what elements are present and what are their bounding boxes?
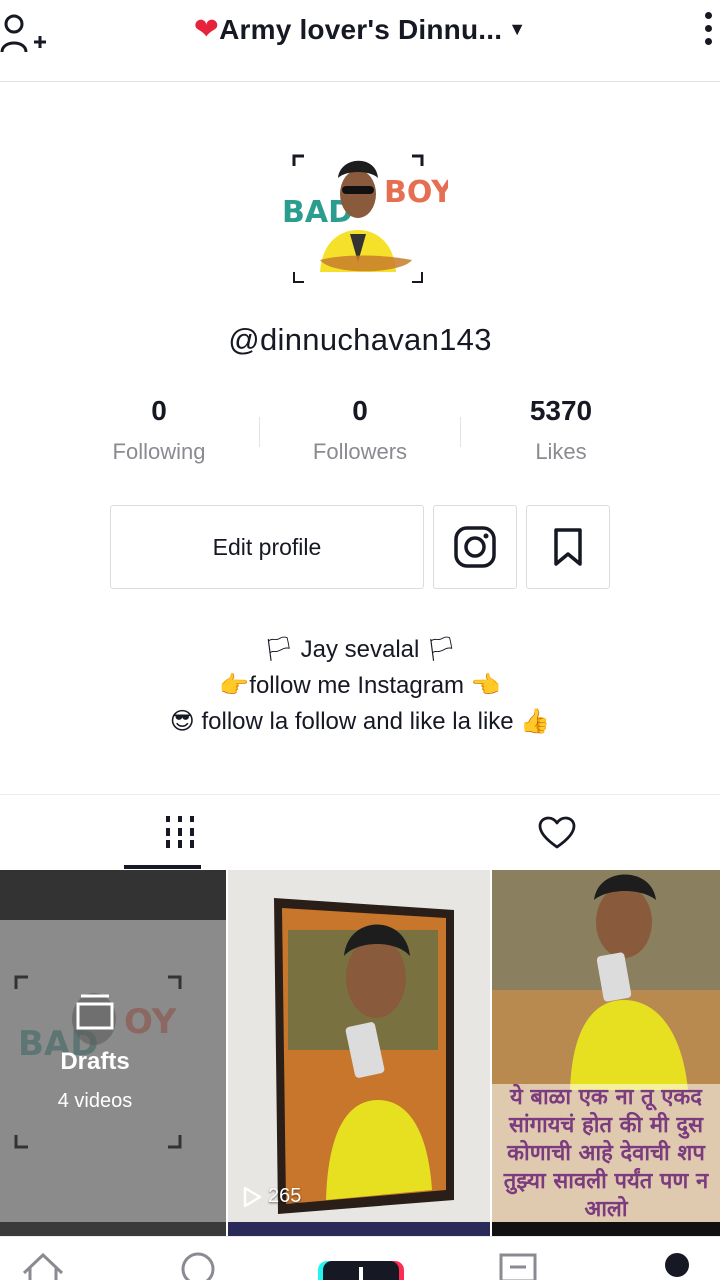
svg-text:BOY: BOY xyxy=(384,175,448,210)
stats-row: 0 Following 0 Followers 5370 Likes xyxy=(0,395,720,475)
dot xyxy=(704,12,712,19)
play-count: 265 xyxy=(242,1185,301,1208)
search-icon xyxy=(181,1252,215,1280)
overlay-line: ये बाळा एक ना तू एकद xyxy=(510,1085,702,1110)
following-label: Following xyxy=(112,439,206,464)
create-plus-icon xyxy=(318,1261,404,1280)
followers-label: Followers xyxy=(312,439,408,464)
video-tile[interactable]: ये बाळा एक ना तू एकद सांगायचं होत की मी … xyxy=(492,870,720,1222)
more-options-button[interactable] xyxy=(702,12,714,54)
overlay-line: आलो xyxy=(584,1197,628,1222)
bottom-navigation xyxy=(0,1236,720,1280)
bio-line: 😎 follow la follow and like la like 👍 xyxy=(169,708,551,735)
followers-count: 0 xyxy=(352,395,368,426)
dot xyxy=(704,38,712,45)
edit-profile-label: Edit profile xyxy=(212,533,322,560)
edit-profile-button[interactable]: Edit profile xyxy=(110,505,424,589)
inbox-icon xyxy=(499,1253,537,1280)
overlay-line: कोणाची आहे देवाची शप xyxy=(507,1141,705,1166)
nav-profile[interactable] xyxy=(660,1251,694,1280)
nav-create[interactable] xyxy=(318,1257,404,1280)
bio-line: 👉follow me Instagram 👈 xyxy=(219,672,501,699)
drafts-count: 4 videos xyxy=(57,1090,133,1112)
active-tab-indicator xyxy=(124,865,201,869)
video-caption-overlay: ये बाळा एक ना तू एकद सांगायचं होत की मी … xyxy=(492,1084,720,1222)
instagram-icon xyxy=(454,526,496,568)
drafts-label: Drafts xyxy=(60,1048,130,1075)
overlay-line: तुझ्या सावली पर्यंत पण न xyxy=(503,1169,709,1194)
account-name: Army lover's Dinnu... xyxy=(219,14,503,45)
overlay-line: सांगायचं होत की मी दुस xyxy=(509,1113,703,1138)
play-count-value: 265 xyxy=(268,1185,302,1207)
play-icon xyxy=(243,1186,262,1207)
likes-label: Likes xyxy=(535,439,587,464)
nav-home[interactable] xyxy=(20,1251,66,1280)
stat-followers[interactable]: 0 Followers xyxy=(260,395,460,465)
bio-line: 🏳 Jay sevalal 🏳 xyxy=(263,636,457,663)
profile-tabs xyxy=(0,794,720,870)
tab-videos[interactable] xyxy=(0,795,360,871)
bio: 🏳 Jay sevalal 🏳 👉follow me Instagram 👈 😎… xyxy=(0,632,720,740)
chevron-down-icon: ▼ xyxy=(508,19,527,39)
video-tile[interactable]: 265 xyxy=(228,870,490,1222)
videos-grid-icon xyxy=(166,816,194,848)
avatar-image: BAD BOY xyxy=(282,154,454,283)
favorites-button[interactable] xyxy=(526,505,610,589)
dot xyxy=(704,25,712,32)
username: @dinnuchavan143 xyxy=(228,322,492,357)
instagram-button[interactable] xyxy=(433,505,517,589)
profile-avatar[interactable]: BAD BOY xyxy=(272,142,454,302)
top-bar: ❤Army lover's Dinnu... ▼ xyxy=(0,0,720,82)
heart-icon xyxy=(538,816,576,849)
video-grid: BAD OY Drafts 4 videos 265 ये बाळा एक ना… xyxy=(0,870,720,1228)
stat-following[interactable]: 0 Following xyxy=(59,395,259,465)
nav-inbox[interactable] xyxy=(498,1251,538,1280)
likes-count: 5370 xyxy=(529,395,593,426)
home-icon xyxy=(22,1252,64,1280)
account-switcher[interactable]: ❤Army lover's Dinnu... ▼ xyxy=(0,12,720,47)
video-thumbnail xyxy=(228,870,490,1222)
next-row-strip xyxy=(0,1222,226,1236)
drafts-tile[interactable]: BAD OY Drafts 4 videos xyxy=(0,870,226,1222)
following-count: 0 xyxy=(151,395,167,426)
drafts-icon xyxy=(76,994,114,1030)
next-row-strip xyxy=(492,1222,720,1236)
nav-discover[interactable] xyxy=(178,1251,218,1280)
next-row-strip xyxy=(228,1222,490,1236)
svg-text:OY: OY xyxy=(124,1002,177,1042)
tab-liked[interactable] xyxy=(377,795,720,871)
bookmark-icon xyxy=(554,528,582,566)
profile-icon xyxy=(665,1253,689,1277)
drafts-header-band xyxy=(0,870,226,920)
stat-likes[interactable]: 5370 Likes xyxy=(461,395,661,465)
heart-emoji: ❤ xyxy=(193,13,220,46)
